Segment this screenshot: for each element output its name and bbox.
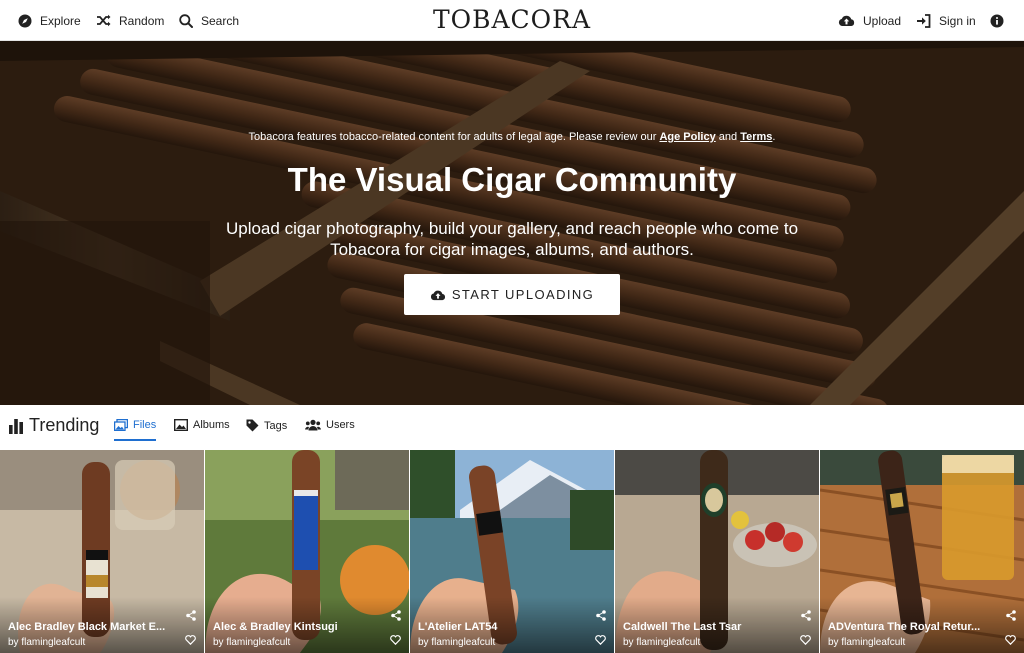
signin-label: Sign in — [939, 13, 976, 28]
trending-label: Trending — [29, 415, 100, 435]
card-title: Caldwell The Last Tsar — [623, 621, 742, 633]
upload-label: Upload — [863, 13, 902, 28]
tab-users-label: Users — [326, 419, 355, 431]
upload-link[interactable]: Upload — [838, 0, 901, 41]
tab-albums[interactable]: Albums — [174, 419, 230, 439]
heart-icon[interactable] — [800, 635, 811, 645]
top-navigation: Explore Random Search TOBACORA Upload Si… — [0, 0, 1024, 41]
share-icon[interactable] — [1006, 610, 1016, 621]
card-author[interactable]: by flamingleafcult — [213, 637, 290, 648]
trending-heading: Trending — [8, 415, 99, 436]
hero-subtitle-line2: Tobacora for cigar images, albums, and a… — [330, 240, 694, 259]
gallery-card[interactable]: Alec Bradley Black Market E... by flamin… — [0, 450, 204, 653]
card-title: L'Atelier LAT54 — [418, 621, 498, 633]
about-button[interactable] — [990, 0, 1004, 41]
heart-icon[interactable] — [595, 635, 606, 645]
tag-icon — [246, 419, 259, 432]
users-icon — [305, 419, 321, 431]
trending-tabs: Trending Files Albums Tags Users — [0, 405, 1024, 449]
cloud-upload-icon — [838, 15, 855, 26]
notice-text: Tobacora features tobacco-related conten… — [248, 131, 657, 143]
share-icon[interactable] — [186, 610, 196, 621]
gallery-card[interactable]: Caldwell The Last Tsar by flamingleafcul… — [615, 450, 819, 653]
notice-period: . — [772, 131, 776, 143]
tab-tags[interactable]: Tags — [246, 419, 287, 440]
share-icon[interactable] — [391, 610, 401, 621]
heart-icon[interactable] — [185, 635, 196, 645]
card-author[interactable]: by flamingleafcult — [828, 637, 905, 648]
card-author[interactable]: by flamingleafcult — [623, 637, 700, 648]
hero-subtitle: Upload cigar photography, build your gal… — [0, 218, 1024, 260]
start-uploading-label: START UPLOADING — [451, 287, 595, 302]
start-uploading-button[interactable]: START UPLOADING — [404, 274, 620, 315]
notice-and: and — [718, 131, 738, 143]
tab-tags-label: Tags — [264, 419, 288, 432]
card-title: Alec Bradley Black Market E... — [8, 621, 166, 633]
hero-banner: Tobacora features tobacco-related conten… — [0, 41, 1024, 405]
tab-albums-label: Albums — [193, 419, 230, 431]
signin-link[interactable]: Sign in — [916, 0, 976, 41]
trending-gallery: Alec Bradley Black Market E... by flamin… — [0, 450, 1024, 653]
heart-icon[interactable] — [390, 635, 401, 645]
sign-in-icon — [917, 13, 931, 28]
gallery-card[interactable]: L'Atelier LAT54 by flamingleafcult — [410, 450, 614, 653]
tab-users[interactable]: Users — [305, 419, 355, 439]
card-title: ADVentura The Royal Retur... — [828, 621, 981, 633]
heart-icon[interactable] — [1005, 635, 1016, 645]
hero-title: The Visual Cigar Community — [287, 161, 737, 198]
terms-link[interactable]: Terms — [740, 131, 772, 143]
cloud-upload-icon — [430, 290, 445, 300]
card-author[interactable]: by flamingleafcult — [418, 637, 495, 648]
hero-subtitle-line1: Upload cigar photography, build your gal… — [225, 219, 799, 238]
card-title: Alec & Bradley Kintsugi — [213, 621, 338, 633]
tab-files-label: Files — [133, 419, 157, 431]
tab-files[interactable]: Files — [114, 419, 157, 441]
gallery-card[interactable]: ADVentura The Royal Retur... by flamingl… — [820, 450, 1024, 653]
age-notice: Tobacora features tobacco-related conten… — [0, 131, 1024, 143]
age-policy-link[interactable]: Age Policy — [659, 131, 715, 143]
card-author[interactable]: by flamingleafcult — [8, 637, 85, 648]
gallery-card[interactable]: Alec & Bradley Kintsugi by flamingleafcu… — [205, 450, 409, 653]
info-icon — [990, 14, 1004, 27]
album-icon — [174, 419, 188, 431]
share-icon[interactable] — [801, 610, 811, 621]
images-icon — [114, 419, 128, 431]
bar-chart-icon — [9, 418, 23, 434]
share-icon[interactable] — [596, 610, 606, 621]
